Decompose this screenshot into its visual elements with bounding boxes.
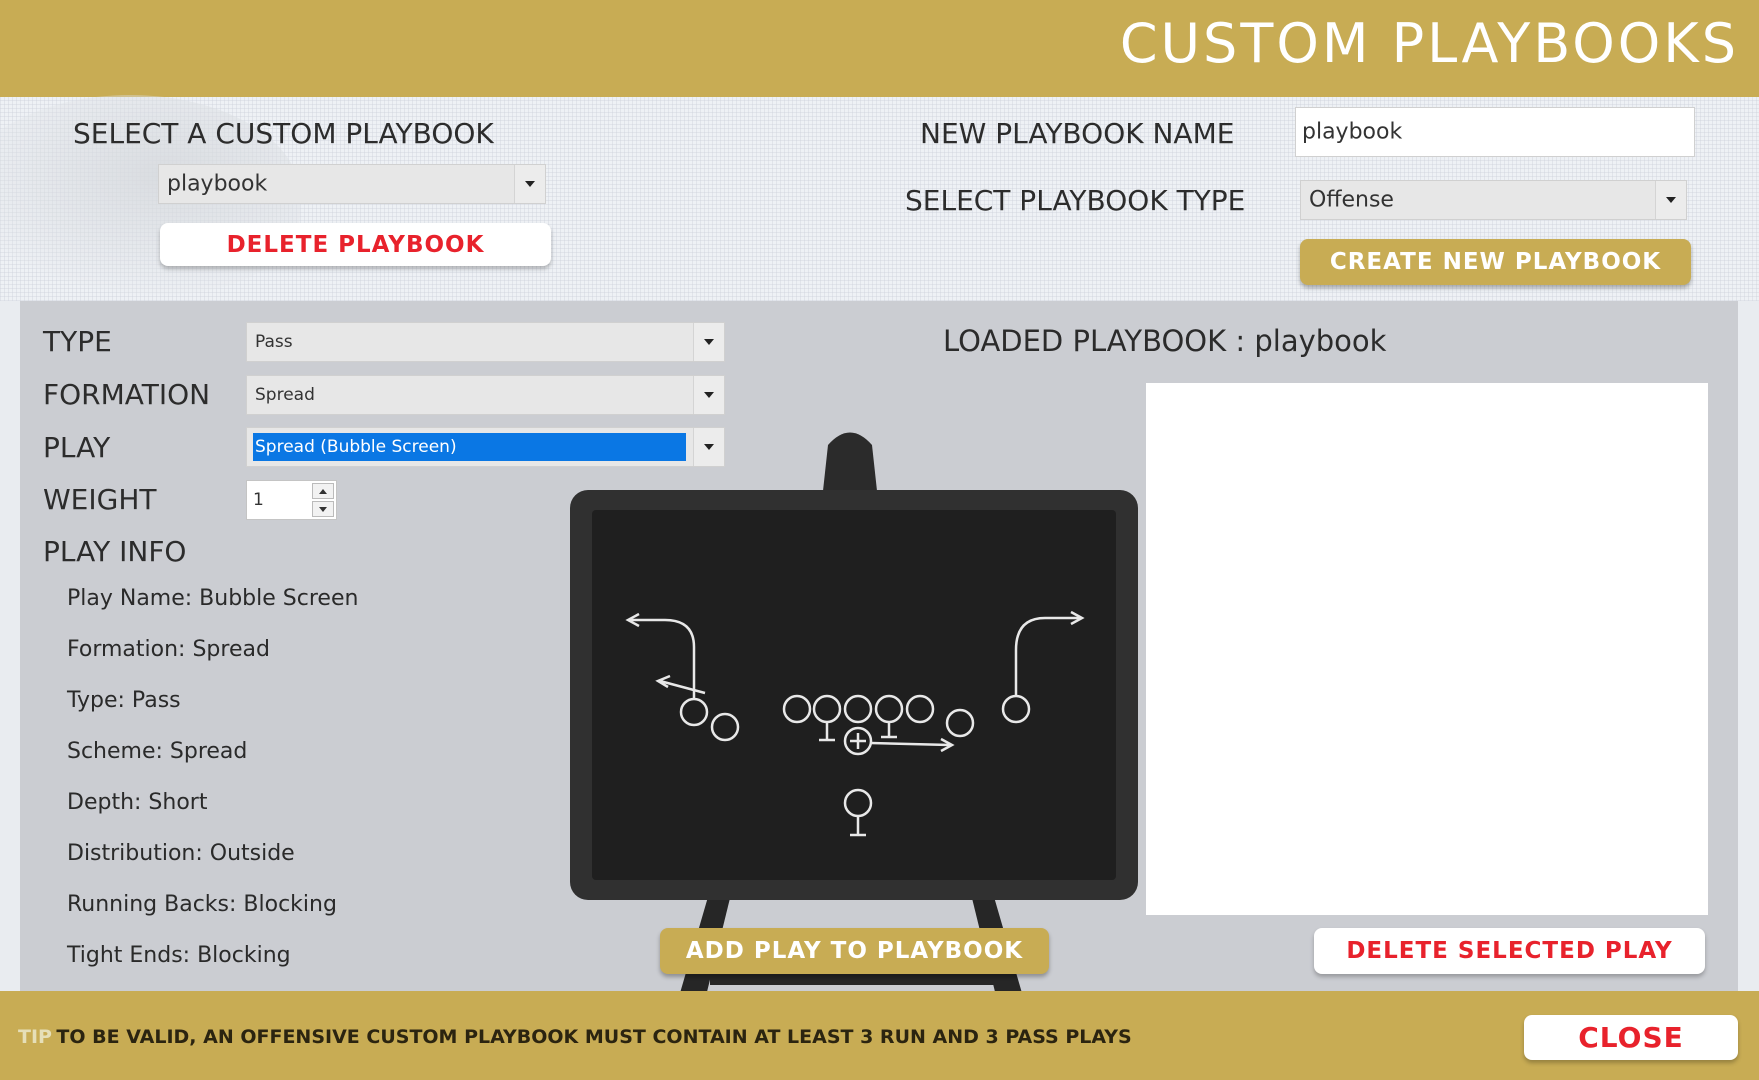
delete-selected-play-button[interactable]: DELETE SELECTED PLAY xyxy=(1314,928,1705,974)
easel-crossbar xyxy=(710,973,1000,985)
formation-select[interactable]: Spread xyxy=(246,375,725,415)
loaded-plays-list[interactable] xyxy=(1146,383,1708,915)
dropdown-arrow-icon[interactable] xyxy=(514,165,545,203)
weight-stepper[interactable]: 1 xyxy=(246,480,337,520)
page-title: CUSTOM PLAYBOOKS xyxy=(1119,12,1739,75)
play-info-line: Formation: Spread xyxy=(67,637,270,662)
play-info-line: Tight Ends: Blocking xyxy=(67,943,291,968)
weight-label: WEIGHT xyxy=(43,483,157,516)
dropdown-arrow-icon[interactable] xyxy=(693,376,724,414)
tip-prefix: TIP xyxy=(18,1026,52,1048)
dropdown-arrow-icon[interactable] xyxy=(693,323,724,361)
loaded-playbook-name: playbook xyxy=(1254,324,1387,358)
select-playbook-label: SELECT A CUSTOM PLAYBOOK xyxy=(73,117,494,150)
type-label: TYPE xyxy=(43,325,112,358)
play-info-line: Distribution: Outside xyxy=(67,841,295,866)
play-info-line: Depth: Short xyxy=(67,790,208,815)
loaded-playbook-label: LOADED PLAYBOOK : playbook xyxy=(943,324,1386,358)
formation-label: FORMATION xyxy=(43,378,211,411)
playbook-type-select[interactable]: Offense xyxy=(1300,180,1687,220)
formation-value: Spread xyxy=(255,385,315,405)
play-type-select[interactable]: Pass xyxy=(246,322,725,362)
tip-text: TIP TO BE VALID, AN OFFENSIVE CUSTOM PLA… xyxy=(18,1026,1132,1048)
play-label: PLAY xyxy=(43,431,111,464)
play-type-value: Pass xyxy=(255,332,293,352)
add-play-button[interactable]: ADD PLAY TO PLAYBOOK xyxy=(660,928,1049,974)
create-new-playbook-button[interactable]: CREATE NEW PLAYBOOK xyxy=(1300,239,1691,285)
loaded-playbook-caption: LOADED PLAYBOOK : xyxy=(943,324,1246,358)
weight-value: 1 xyxy=(253,490,264,510)
play-info-heading: PLAY INFO xyxy=(43,535,187,568)
play-info-line: Scheme: Spread xyxy=(67,739,248,764)
new-playbook-name-input[interactable]: playbook xyxy=(1295,107,1695,157)
easel-peg xyxy=(822,432,878,500)
play-info-line: Play Name: Bubble Screen xyxy=(67,586,359,611)
play-info-line: Type: Pass xyxy=(67,688,181,713)
new-playbook-name-value: playbook xyxy=(1302,119,1403,145)
stepper-down-icon[interactable] xyxy=(312,501,334,517)
new-playbook-name-label: NEW PLAYBOOK NAME xyxy=(920,117,1235,150)
close-button[interactable]: CLOSE xyxy=(1524,1015,1738,1060)
playbook-type-label: SELECT PLAYBOOK TYPE xyxy=(905,184,1246,217)
dropdown-arrow-icon[interactable] xyxy=(1655,181,1686,219)
playbook-type-value: Offense xyxy=(1309,187,1394,213)
tip-message: TO BE VALID, AN OFFENSIVE CUSTOM PLAYBOO… xyxy=(56,1026,1132,1048)
delete-playbook-button[interactable]: DELETE PLAYBOOK xyxy=(160,223,551,266)
playbook-select[interactable]: playbook xyxy=(158,164,546,204)
stepper-up-icon[interactable] xyxy=(312,483,334,499)
header-bar: CUSTOM PLAYBOOKS xyxy=(0,0,1759,97)
playbook-select-value: playbook xyxy=(167,171,268,197)
chalkboard-surface xyxy=(592,510,1116,880)
play-info-line: Running Backs: Blocking xyxy=(67,892,337,917)
play-diagram-chalkboard xyxy=(570,432,1138,1000)
